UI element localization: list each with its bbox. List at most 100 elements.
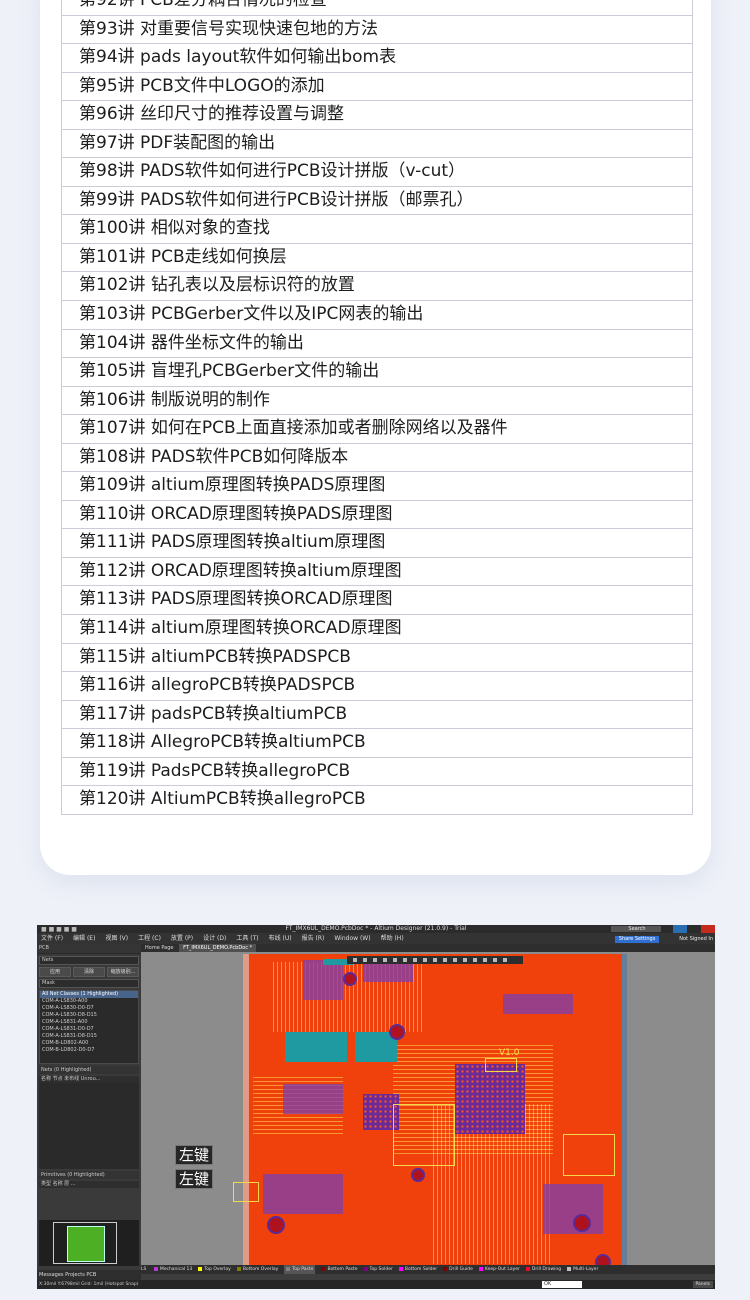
layer-tab[interactable]: Top Solder [363, 1265, 393, 1274]
layer-color-swatch [236, 1266, 241, 1271]
poly-icon[interactable] [423, 958, 427, 962]
close-button[interactable] [701, 925, 715, 933]
select-icon[interactable] [373, 958, 377, 962]
layer-tab[interactable]: Mechanical 13 [153, 1265, 192, 1274]
align-icon[interactable] [383, 958, 387, 962]
net-class-item[interactable]: COM-A-LS831-D8-D15 [40, 1033, 138, 1040]
layer-tab[interactable]: Top Paste [284, 1265, 316, 1274]
menu-item[interactable]: Window (W) [334, 935, 370, 942]
dimension-icon[interactable] [463, 958, 467, 962]
menu-item[interactable]: 设计 (D) [203, 935, 226, 942]
apply-button[interactable]: 应用 [39, 967, 71, 977]
bga-chip [455, 1064, 525, 1134]
cursor-status: X:30mil Y:6798mil Grid: 1mil (Hotspot Sn… [39, 1282, 139, 1287]
minimize-button[interactable] [673, 925, 687, 933]
panel-tabs[interactable]: Messages Projects PCB [37, 1270, 141, 1280]
nets-header: Nets (0 Highlighted) [39, 1066, 139, 1074]
share-settings-button[interactable]: Share Settings [614, 936, 660, 943]
menu-item[interactable]: 放置 (P) [171, 935, 193, 942]
course-item: 第113讲 PADS原理图转换ORCAD原理图 [62, 585, 692, 614]
menu-item[interactable]: 工程 (C) [138, 935, 161, 942]
layer-tab[interactable]: Multi-Layer [567, 1265, 598, 1274]
layer-tab[interactable]: Keep-Out Layer [478, 1265, 520, 1274]
silkscreen-outline [233, 1182, 259, 1202]
mode-select[interactable]: Mask [39, 979, 139, 988]
layer-tab[interactable]: Bottom Overlay [236, 1265, 278, 1274]
menu-item[interactable]: 布线 (U) [269, 935, 292, 942]
net-class-item[interactable]: COM-B-LD802-D0-D7 [40, 1047, 138, 1054]
via-icon[interactable] [413, 958, 417, 962]
layer-color-swatch [443, 1266, 448, 1271]
status-ok-indicator[interactable]: OK [542, 1281, 582, 1288]
primitives-columns[interactable]: 类型 名称 层 ... [39, 1181, 139, 1188]
zoom-level-button[interactable]: 缩放级别... [107, 967, 139, 977]
active-bar-toolbar[interactable] [347, 956, 523, 964]
course-item: 第106讲 制版说明的制作 [62, 385, 692, 415]
menu-item[interactable]: 报告 (R) [302, 935, 325, 942]
mounting-pad [389, 1024, 405, 1040]
menu-item[interactable]: 工具 (T) [236, 935, 258, 942]
panels-button[interactable]: Panels [692, 1281, 713, 1288]
pcb-canvas[interactable]: V1.0 左键 左键 [141, 952, 715, 1265]
layer-color-swatch [567, 1266, 572, 1271]
course-item: 第116讲 allegroPCB转换PADSPCB [62, 671, 692, 700]
layer-tab-label: Bottom Solder [404, 1267, 438, 1272]
board-navigator[interactable] [39, 1220, 139, 1266]
net-class-item[interactable]: COM-B-LD802-A00 [40, 1040, 138, 1047]
tab-pcb-document[interactable]: FT_IMX6UL_DEMO.PcbDoc * [179, 944, 257, 952]
net-class-item[interactable]: COM-A-LS831-D0-D7 [40, 1026, 138, 1033]
filter-select[interactable]: Nets [39, 956, 139, 965]
tab-home-page[interactable]: Home Page [141, 944, 177, 952]
mounting-pad [573, 1214, 591, 1232]
course-item: 第117讲 padsPCB转换altiumPCB [62, 699, 692, 729]
nets-columns[interactable]: 名称 节点 未布线 Unrou... [39, 1076, 139, 1083]
line-icon[interactable] [443, 958, 447, 962]
board-edge-right [622, 954, 627, 1265]
layer-tab[interactable]: Drill Guide [443, 1265, 473, 1274]
plus-icon[interactable] [363, 958, 367, 962]
layer-tab-label: Keep-Out Layer [484, 1267, 520, 1272]
window-titlebar: ■ ■ ■ ■ ■ FT_IMX6UL_DEMO.PcbDoc * - Alti… [37, 925, 715, 933]
course-item: 第104讲 器件坐标文件的输出 [62, 328, 692, 358]
keepout-icon[interactable] [493, 958, 497, 962]
layer-set-ls[interactable]: LS [141, 1265, 146, 1274]
net-classes-header[interactable]: All Net Classes (1 Highlighted) [40, 991, 138, 998]
menu-item[interactable]: 编辑 (E) [73, 935, 95, 942]
menu-item[interactable]: 帮助 (H) [381, 935, 404, 942]
silkscreen-outline [563, 1134, 615, 1176]
net-class-list[interactable]: All Net Classes (1 Highlighted) COM-A-LS… [39, 990, 139, 1064]
measure-icon[interactable] [503, 958, 507, 962]
course-item: 第120讲 AltiumPCB转换allegroPCB [62, 785, 692, 814]
layer-color-swatch [363, 1266, 368, 1271]
panel-title: PCB [37, 944, 141, 954]
board-edge-left [243, 954, 249, 1265]
arc-icon[interactable] [453, 958, 457, 962]
net-class-item[interactable]: COM-A-LS830-D0-D7 [40, 1005, 138, 1012]
course-item: 第118讲 AllegroPCB转换altiumPCB [62, 728, 692, 757]
search-input[interactable]: Search [611, 926, 661, 932]
course-item: 第94讲 pads layout软件如何输出bom表 [62, 43, 692, 72]
layer-color-swatch [398, 1266, 403, 1271]
layer-tab-label: Multi-Layer [573, 1267, 599, 1272]
navigator-view-frame[interactable] [53, 1222, 117, 1264]
route-icon[interactable] [403, 958, 407, 962]
layer-tab[interactable]: Top Overlay [198, 1265, 231, 1274]
nets-list[interactable] [39, 1083, 139, 1169]
layer-tab[interactable]: Drill Drawing [525, 1265, 561, 1274]
clear-button[interactable]: 清除 [73, 967, 105, 977]
layer-tab[interactable]: Bottom Solder [398, 1265, 438, 1274]
place-icon[interactable] [393, 958, 397, 962]
filter-icon[interactable] [353, 958, 357, 962]
mounting-pad [595, 1254, 611, 1265]
region-icon[interactable] [483, 958, 487, 962]
menu-item[interactable]: 文件 (F) [41, 935, 63, 942]
course-item: 第96讲 丝印尺寸的推荐设置与调整 [62, 100, 692, 129]
layer-tab[interactable]: Bottom Paste [321, 1265, 358, 1274]
net-class-item[interactable]: COM-A-LS830-A00 [40, 998, 138, 1005]
menu-item[interactable]: 视图 (V) [105, 935, 128, 942]
net-class-item[interactable]: COM-A-LS831-A00 [40, 1019, 138, 1026]
text-icon[interactable] [433, 958, 437, 962]
layer-color-swatch [286, 1266, 291, 1271]
fill-icon[interactable] [473, 958, 477, 962]
net-class-item[interactable]: COM-A-LS830-D8-D15 [40, 1012, 138, 1019]
